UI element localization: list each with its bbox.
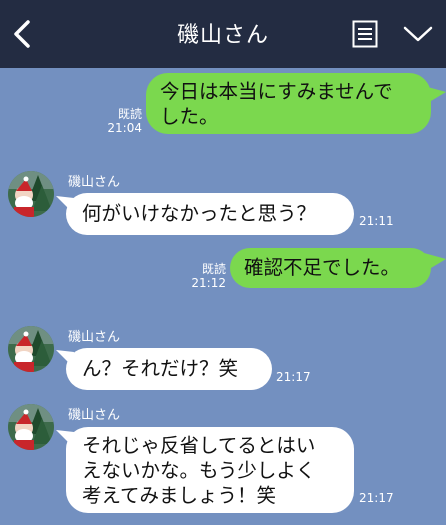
read-label: 既読 <box>201 262 226 276</box>
read-label: 既読 <box>117 107 142 121</box>
message-time: 21:04 <box>107 121 142 135</box>
sender-name: 磯山さん <box>68 175 121 190</box>
message-text-line: 今日は本当にすみませんで <box>160 80 393 103</box>
read-receipt: 既読 21:04 <box>104 107 142 135</box>
santa-avatar-icon <box>8 404 54 450</box>
avatar[interactable] <box>8 171 54 217</box>
santa-avatar-icon <box>8 326 54 372</box>
message-text-line: それじゃ反省してるとはい <box>82 434 316 457</box>
chevron-down-icon <box>403 26 433 42</box>
sender-name: 磯山さん <box>68 330 121 345</box>
menu-button[interactable] <box>352 20 378 48</box>
chat-header: 磯山さん <box>0 0 446 68</box>
message-text-line: ん？それだけ？笑 <box>82 357 239 380</box>
incoming-message-bubble[interactable]: それじゃ反省してるとはい えないかな。もう少しよく 考えてみましょう！笑 <box>66 427 354 513</box>
santa-avatar-icon <box>8 171 54 217</box>
sender-name: 磯山さん <box>68 408 121 423</box>
collapse-button[interactable] <box>402 22 434 46</box>
chat-title: 磯山さん <box>176 23 269 48</box>
bubble-tail <box>424 86 446 104</box>
avatar[interactable] <box>8 326 54 372</box>
list-icon <box>352 20 378 48</box>
incoming-message-bubble[interactable]: ん？それだけ？笑 <box>66 348 272 390</box>
avatar[interactable] <box>8 404 54 450</box>
message-time: 21:17 <box>276 370 311 384</box>
message-text-line: した。 <box>160 105 219 128</box>
message-time: 21:12 <box>191 276 226 290</box>
message-time: 21:11 <box>359 214 394 228</box>
read-receipt: 既読 21:12 <box>188 262 226 290</box>
message-text-line: 考えてみましょう！笑 <box>82 484 277 507</box>
message-text-line: 何がいけなかったと思う？ <box>82 202 317 225</box>
message-text-line: えないかな。もう少しよく <box>82 459 316 482</box>
incoming-message-bubble[interactable]: 何がいけなかったと思う？ <box>66 193 354 235</box>
outgoing-message-bubble[interactable]: 今日は本当にすみませんで した。 <box>146 73 431 134</box>
message-time: 21:17 <box>359 491 394 505</box>
outgoing-message-bubble[interactable]: 確認不足でした。 <box>230 248 431 288</box>
bubble-tail <box>424 253 446 271</box>
message-text-line: 確認不足でした。 <box>244 256 401 279</box>
